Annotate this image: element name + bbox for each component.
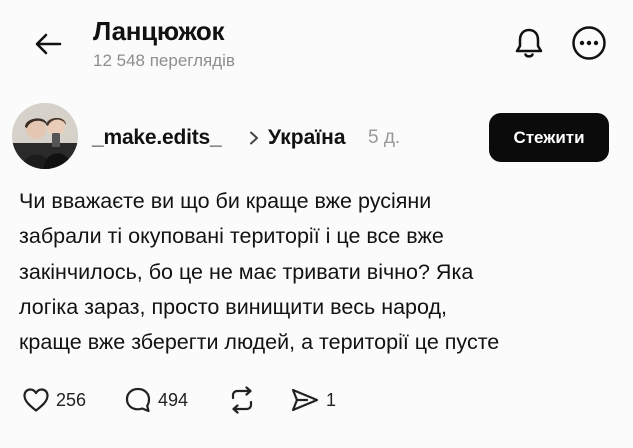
- post-text-line: краще вже зберегти людей, а території це…: [19, 330, 500, 355]
- send-icon: [291, 388, 319, 412]
- back-button[interactable]: [30, 26, 66, 62]
- post-text-line: логіка зараз, просто винищити весь народ…: [19, 294, 448, 319]
- top-bar: Ланцюжок 12 548 переглядів: [0, 0, 633, 95]
- share-count: 1: [326, 389, 337, 410]
- bell-icon: [515, 28, 543, 58]
- username[interactable]: _make.edits_: [92, 126, 222, 150]
- notifications-button[interactable]: [511, 24, 547, 62]
- repost-button[interactable]: [227, 380, 257, 420]
- more-icon: [572, 26, 606, 60]
- comment-button[interactable]: 494: [124, 380, 188, 420]
- avatar-image: [12, 103, 78, 169]
- like-button[interactable]: 256: [22, 380, 86, 420]
- post-text-line: Чи вважаєте ви що би краще вже русіяни: [19, 189, 432, 213]
- page-title: Ланцюжок: [93, 16, 225, 46]
- follow-button[interactable]: Стежити: [489, 113, 609, 162]
- post-time: 5 д.: [368, 127, 401, 148]
- avatar[interactable]: [12, 103, 78, 169]
- action-bar: 256 494 1: [0, 380, 633, 420]
- location-link[interactable]: Україна: [268, 126, 346, 150]
- chevron-right-icon: [250, 131, 258, 145]
- more-options-button[interactable]: [570, 24, 608, 62]
- back-arrow-icon: [35, 33, 62, 55]
- share-button[interactable]: 1: [290, 380, 336, 420]
- post-text-line: закінчилось, бо це не має тривати вічно?…: [19, 259, 474, 284]
- comment-count: 494: [158, 389, 189, 410]
- post-header: _make.edits_ Україна 5 д. Стежити: [0, 100, 633, 172]
- post-text: Чи вважаєте ви що би краще вже русіяни з…: [19, 184, 619, 360]
- comment-icon: [125, 387, 151, 413]
- views-count: 12 548 переглядів: [93, 51, 235, 70]
- post-text-line: забрали ті окуповані території і це все …: [19, 224, 444, 249]
- like-count: 256: [56, 389, 87, 410]
- heart-icon: [23, 388, 49, 412]
- repost-icon: [231, 386, 253, 414]
